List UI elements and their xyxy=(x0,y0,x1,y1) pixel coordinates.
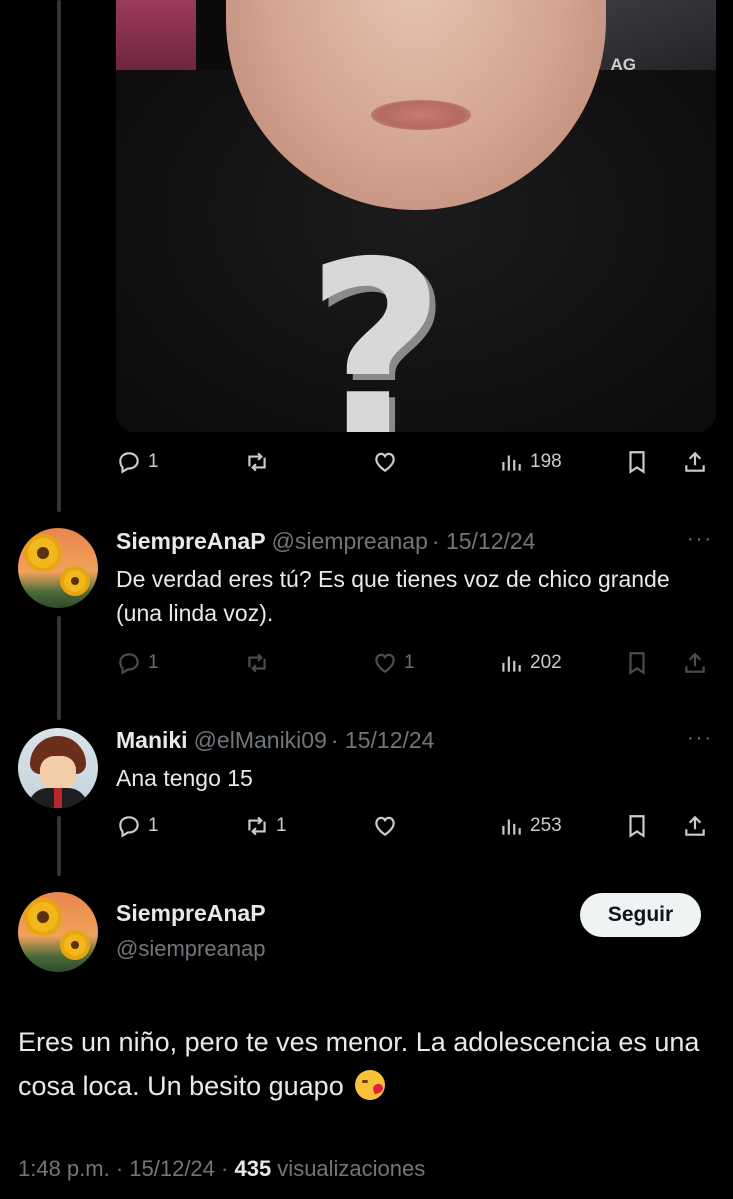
post-header: Maniki @elManiki09 · 15/12/24 xyxy=(116,727,434,754)
avatar-face xyxy=(40,756,76,790)
repost-icon xyxy=(248,653,266,673)
repost-icon xyxy=(248,816,266,836)
author-name[interactable]: SiempreAnaP xyxy=(116,900,266,927)
views-button[interactable]: 253 xyxy=(498,811,562,841)
author-name[interactable]: Maniki xyxy=(116,727,188,753)
like-button[interactable] xyxy=(372,447,404,477)
author-handle[interactable]: @siempreanap xyxy=(272,528,428,554)
reply-icon xyxy=(119,653,139,675)
avatar-tie xyxy=(54,788,62,808)
avatar[interactable] xyxy=(18,892,98,972)
sunflower xyxy=(28,902,58,932)
reply-button[interactable]: 1 xyxy=(116,648,159,678)
sunflower xyxy=(64,570,86,592)
share-button[interactable] xyxy=(682,447,708,477)
author-name[interactable]: SiempreAnaP xyxy=(116,528,266,554)
share-button[interactable] xyxy=(682,648,708,678)
more-button[interactable]: ··· xyxy=(687,727,713,750)
post-text: Ana tengo 15 xyxy=(116,765,253,791)
avatar[interactable] xyxy=(18,728,98,808)
like-icon xyxy=(375,816,395,836)
bookmark-button[interactable] xyxy=(624,447,650,477)
sunflower xyxy=(28,538,58,568)
bookmark-button[interactable] xyxy=(624,811,650,841)
more-button[interactable]: ··· xyxy=(687,528,713,551)
views-count: 435 xyxy=(234,1156,272,1181)
reply-icon xyxy=(119,816,139,838)
views-button[interactable]: 198 xyxy=(498,447,562,477)
follow-button[interactable]: Seguir xyxy=(580,893,701,937)
views-icon xyxy=(502,819,521,835)
post-date[interactable]: · 15/12/24 xyxy=(331,727,435,753)
like-icon xyxy=(375,653,395,673)
kissing-face-emoji xyxy=(355,1070,386,1100)
main-post-text: Eres un niño, pero te ves menor. La adol… xyxy=(18,1020,718,1108)
like-button[interactable] xyxy=(372,811,404,841)
thread-line xyxy=(57,0,61,512)
question-mark-overlay: ? xyxy=(306,210,446,432)
views-icon xyxy=(502,656,521,672)
bookmark-icon xyxy=(629,451,645,474)
reply-button[interactable]: 1 xyxy=(116,447,159,477)
author-handle[interactable]: @elManiki09 xyxy=(194,727,327,753)
avatar[interactable] xyxy=(18,528,98,608)
share-button[interactable] xyxy=(682,811,708,841)
repost-button[interactable]: 1 xyxy=(244,811,287,841)
post-text: De verdad eres tú? Es que tienes voz de … xyxy=(116,566,670,626)
reply-icon xyxy=(119,452,139,474)
post-actions: 1 1 253 xyxy=(116,811,716,841)
repost-button[interactable] xyxy=(244,648,276,678)
post-date[interactable]: · 15/12/24 xyxy=(432,528,536,554)
share-icon xyxy=(685,451,705,472)
bookmark-icon xyxy=(629,652,645,675)
repost-icon xyxy=(248,452,266,472)
like-button[interactable]: 1 xyxy=(372,648,415,678)
thread-line xyxy=(57,816,61,876)
bookmark-button[interactable] xyxy=(624,648,650,678)
share-icon xyxy=(685,652,705,673)
views-button[interactable]: 202 xyxy=(498,648,562,678)
post-header: SiempreAnaP @siempreanap · 15/12/24 xyxy=(116,528,535,555)
post-actions: 1 1 202 xyxy=(116,648,716,678)
like-icon xyxy=(375,452,395,472)
image-mouth xyxy=(371,100,471,130)
views-label: visualizaciones xyxy=(271,1156,426,1181)
thread-line xyxy=(57,616,61,720)
sunflower xyxy=(64,934,86,956)
post-image[interactable]: AG ? xyxy=(116,0,716,432)
views-icon xyxy=(502,455,521,471)
share-icon xyxy=(685,815,705,836)
post-footer: 1:48 p.m. · 15/12/24 · 435 visualizacion… xyxy=(18,1156,425,1182)
post-timestamp[interactable]: 1:48 p.m. · 15/12/24 · xyxy=(18,1156,234,1181)
post-actions: 1 198 xyxy=(116,447,716,477)
reply-button[interactable]: 1 xyxy=(116,811,159,841)
repost-button[interactable] xyxy=(244,447,276,477)
image-chair-tag: AG xyxy=(610,55,637,74)
author-handle[interactable]: @siempreanap xyxy=(116,936,266,962)
bookmark-icon xyxy=(629,815,645,838)
